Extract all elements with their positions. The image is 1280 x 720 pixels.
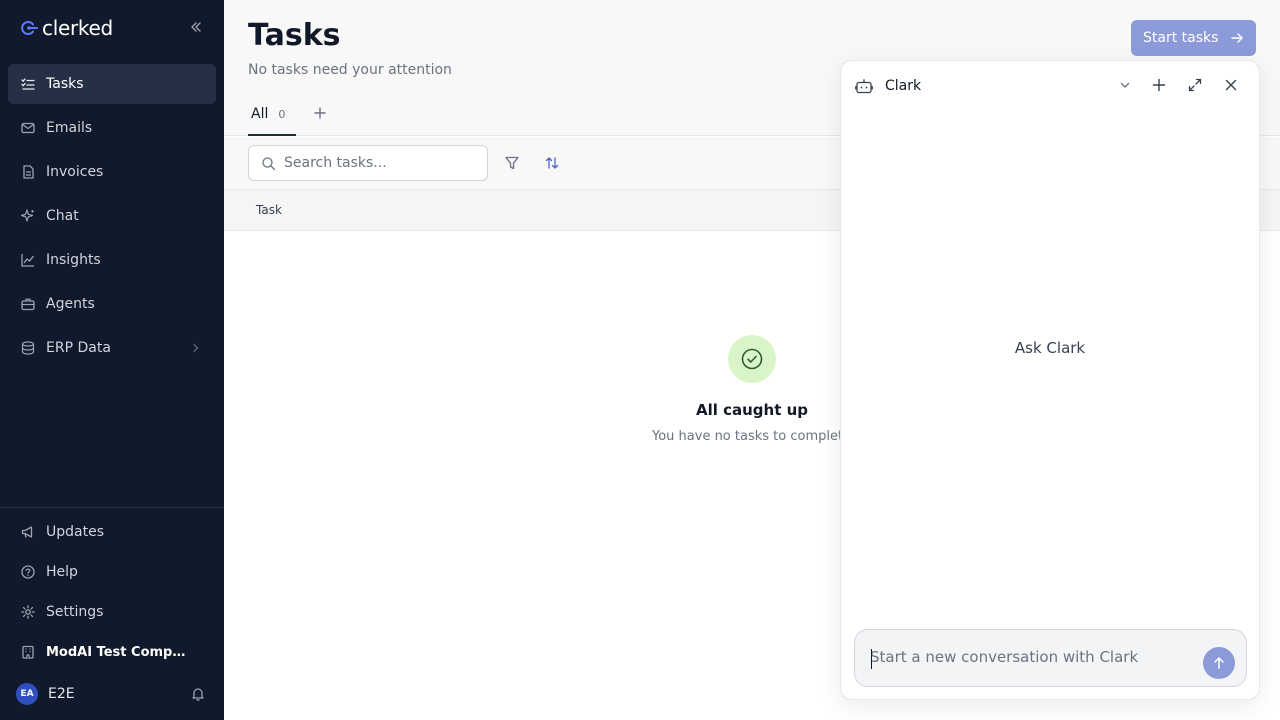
megaphone-icon	[21, 526, 33, 538]
sidebar-item-label: Insights	[46, 252, 101, 268]
chevron-down-icon[interactable]	[1117, 77, 1133, 93]
sidebar-item-label: Tasks	[46, 76, 84, 92]
logo[interactable]: clerked	[20, 16, 113, 40]
briefcase-icon	[21, 298, 35, 311]
bot-icon	[855, 79, 873, 94]
arrow-up-icon	[1214, 657, 1224, 669]
start-tasks-label: Start tasks	[1143, 30, 1219, 46]
search-icon	[262, 156, 276, 170]
user-name: E2E	[48, 686, 75, 702]
search-input[interactable]	[284, 155, 474, 171]
bell-icon[interactable]	[190, 686, 206, 702]
building-icon	[22, 645, 34, 659]
sidebar-item-label: Chat	[46, 208, 79, 224]
sidebar-item-label: Help	[46, 564, 78, 580]
sidebar-item-chat[interactable]: Chat	[8, 196, 216, 236]
close-icon[interactable]	[1223, 77, 1239, 93]
text-cursor	[871, 649, 872, 669]
document-icon	[23, 165, 34, 179]
bottom-nav: Updates Help Settings ModAI Test Compa..…	[8, 514, 216, 674]
page-subtitle: No tasks need your attention	[248, 62, 452, 78]
sidebar-item-insights[interactable]: Insights	[8, 240, 216, 280]
sidebar-divider	[0, 507, 224, 508]
avatar: EA	[16, 683, 38, 705]
empty-state-title: All caught up	[695, 401, 809, 419]
sidebar-item-help[interactable]: Help	[8, 554, 216, 590]
sidebar-item-label: Agents	[46, 296, 95, 312]
sort-icon[interactable]	[544, 155, 560, 171]
new-chat-icon[interactable]	[1151, 77, 1167, 93]
send-button[interactable]	[1203, 647, 1235, 679]
filter-icon[interactable]	[504, 155, 520, 171]
sparkle-icon	[20, 209, 34, 222]
tab-all[interactable]: All 0	[248, 98, 296, 136]
tasks-list-icon	[21, 78, 35, 90]
logo-text: clerked	[42, 16, 113, 40]
sidebar-item-invoices[interactable]: Invoices	[8, 152, 216, 192]
sidebar-item-label: ERP Data	[46, 340, 111, 356]
page-title: Tasks	[248, 18, 341, 53]
sidebar-item-label: Emails	[46, 120, 93, 136]
check-circle-icon	[728, 335, 776, 383]
chat-input-box	[854, 629, 1247, 687]
sidebar-item-label: Settings	[46, 604, 104, 620]
chat-empty-prompt: Ask Clark	[1014, 339, 1086, 357]
mail-icon	[21, 122, 35, 134]
tab-count: 0	[278, 108, 286, 121]
add-tab-icon[interactable]	[313, 106, 327, 120]
user-menu[interactable]: EA E2E	[16, 682, 208, 706]
chat-panel: Clark Ask Clark	[840, 60, 1260, 700]
line-chart-icon	[21, 254, 35, 267]
main-nav: Tasks Emails Invoices Chat Insights Agen…	[8, 64, 216, 372]
sidebar-item-label: Invoices	[46, 164, 104, 180]
sidebar-item-label: Updates	[46, 524, 104, 540]
sidebar-item-emails[interactable]: Emails	[8, 108, 216, 148]
company-name: ModAI Test Compa...	[46, 644, 186, 660]
chat-title: Clark	[885, 78, 922, 94]
chevron-right-icon	[193, 343, 199, 353]
collapse-sidebar-icon[interactable]	[188, 19, 204, 35]
expand-icon[interactable]	[1187, 77, 1203, 93]
gear-icon	[21, 605, 35, 619]
sidebar-item-updates[interactable]: Updates	[8, 514, 216, 550]
database-icon	[21, 341, 35, 355]
sidebar-item-agents[interactable]: Agents	[8, 284, 216, 324]
chat-input[interactable]	[870, 648, 1190, 670]
sidebar: clerked Tasks Emails Invoices Chat Insig…	[0, 0, 224, 720]
start-tasks-button[interactable]: Start tasks	[1131, 20, 1256, 56]
search-box	[248, 145, 488, 181]
chat-header: Clark	[841, 61, 1259, 111]
help-circle-icon	[21, 565, 35, 579]
column-header-task[interactable]: Task	[256, 203, 282, 217]
sidebar-item-tasks[interactable]: Tasks	[8, 64, 216, 104]
sidebar-item-settings[interactable]: Settings	[8, 594, 216, 630]
company-switcher[interactable]: ModAI Test Compa...	[8, 634, 216, 670]
tab-label: All	[251, 106, 269, 122]
arrow-right-icon	[1231, 33, 1244, 43]
sidebar-item-erp-data[interactable]: ERP Data	[8, 328, 216, 368]
logo-mark-icon	[21, 21, 38, 35]
